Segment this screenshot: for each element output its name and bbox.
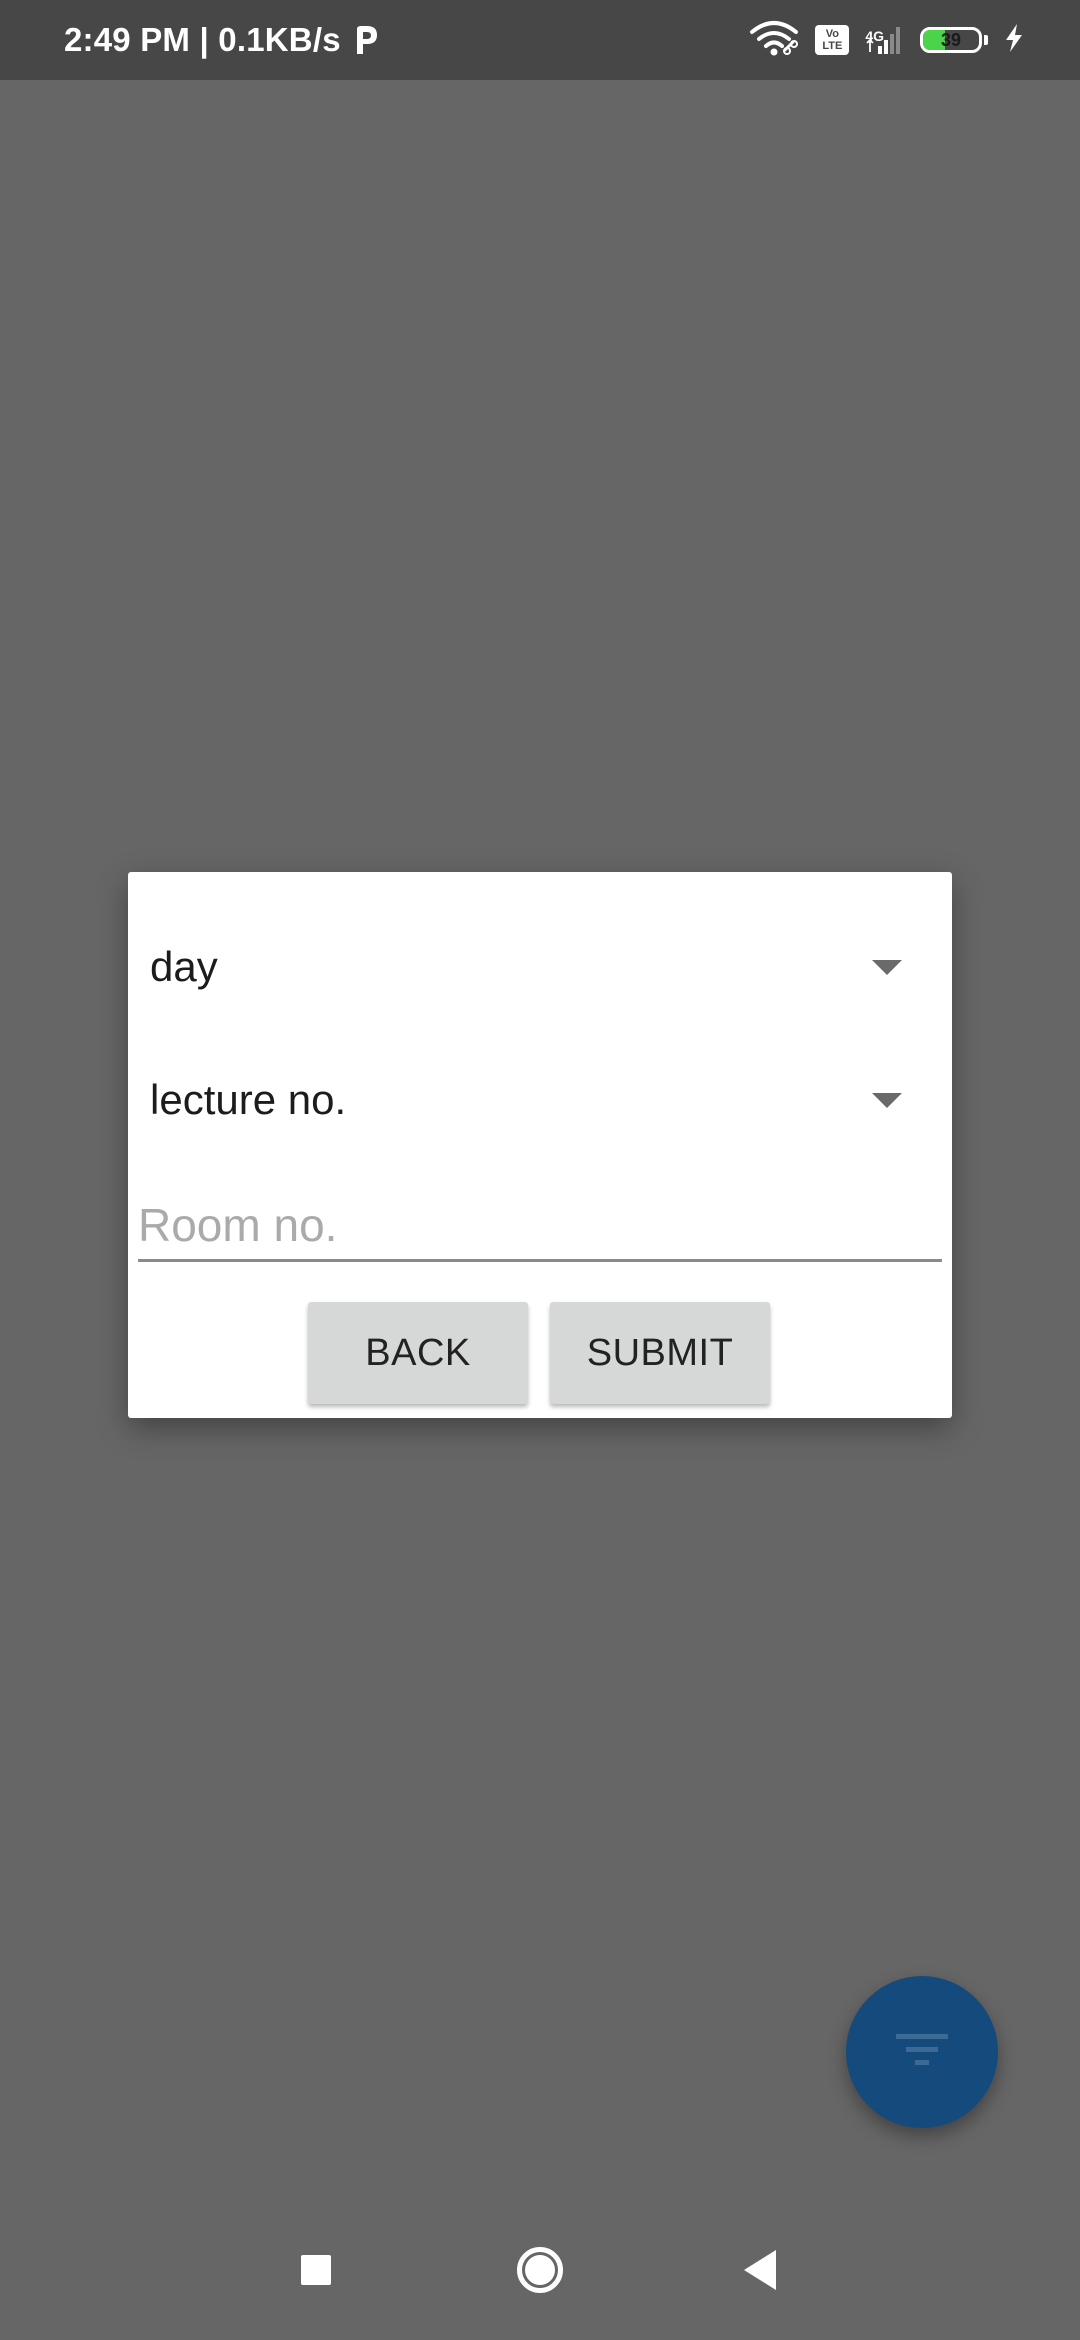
home-icon-inner bbox=[525, 2255, 555, 2285]
back-icon bbox=[744, 2250, 776, 2290]
navigation-bar bbox=[0, 2200, 1080, 2340]
battery-body: 39 bbox=[920, 27, 982, 53]
dropdown-arrow-icon bbox=[872, 960, 902, 975]
day-spinner-value: day bbox=[150, 943, 218, 990]
network-type-text: 4G bbox=[865, 28, 884, 44]
lecture-spinner-value: lecture no. bbox=[150, 1076, 347, 1123]
room-number-input[interactable] bbox=[138, 1190, 942, 1262]
signal-icon: 4G bbox=[865, 24, 904, 56]
time-speed-text: 2:49 PM | 0.1KB/s bbox=[64, 21, 341, 58]
back-nav-button[interactable] bbox=[720, 2200, 800, 2340]
home-button[interactable] bbox=[500, 2200, 580, 2340]
status-right: Vo LTE 4G 39 bbox=[749, 0, 1024, 80]
recent-apps-icon bbox=[301, 2255, 331, 2285]
charging-bolt-icon bbox=[1004, 23, 1024, 58]
status-left: 2:49 PM | 0.1KB/s bbox=[64, 0, 379, 80]
room-dialog: day lecture no. BACK SUBMIT bbox=[128, 872, 952, 1418]
battery-tip bbox=[984, 35, 988, 45]
submit-button[interactable]: SUBMIT bbox=[550, 1302, 770, 1404]
home-icon bbox=[517, 2247, 563, 2293]
status-bar: 2:49 PM | 0.1KB/s Vo LTE 4G 39 bbox=[0, 0, 1080, 80]
battery-icon: 39 bbox=[920, 27, 988, 53]
recent-apps-button[interactable] bbox=[276, 2200, 356, 2340]
battery-level-text: 39 bbox=[940, 29, 962, 50]
volte-top-text: Vo bbox=[825, 28, 839, 40]
filter-fab-button[interactable] bbox=[846, 1976, 998, 2128]
back-button[interactable]: BACK bbox=[308, 1302, 528, 1404]
volte-icon: Vo LTE bbox=[815, 25, 850, 55]
volte-bottom-text: LTE bbox=[822, 40, 843, 52]
wifi-icon bbox=[749, 20, 799, 61]
lecture-spinner[interactable]: lecture no. bbox=[128, 1050, 952, 1150]
dropdown-arrow-icon bbox=[872, 1093, 902, 1108]
parking-p-icon bbox=[353, 25, 379, 55]
day-spinner[interactable]: day bbox=[128, 917, 952, 1017]
filter-icon bbox=[896, 2032, 948, 2073]
